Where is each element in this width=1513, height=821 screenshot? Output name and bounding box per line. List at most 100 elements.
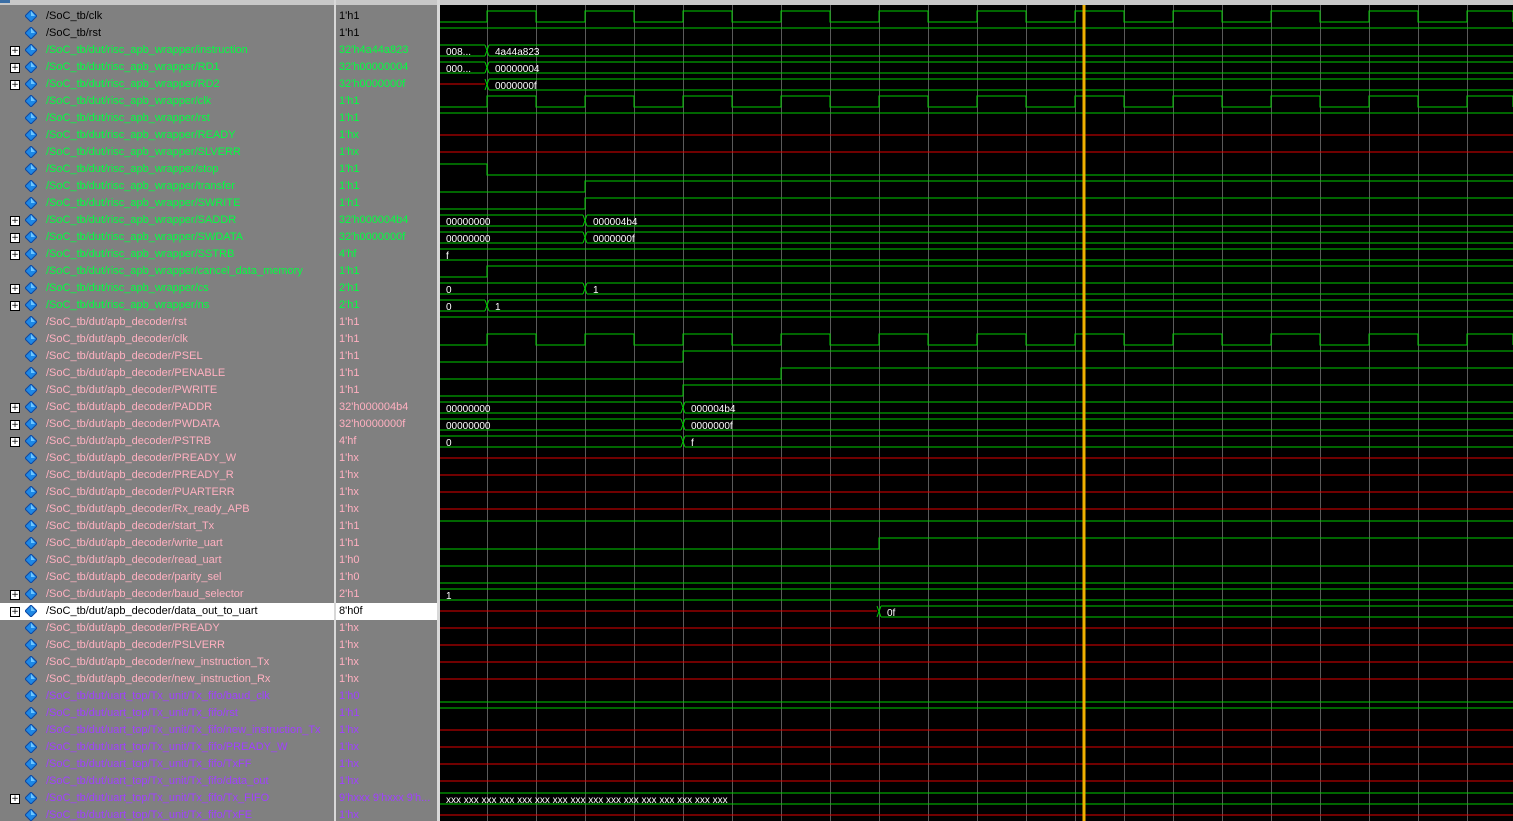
signal-value-row[interactable]: 1'hx [336, 620, 437, 637]
signal-value-row[interactable]: 1'h1 [336, 518, 437, 535]
signal-value-row[interactable]: 1'hx [336, 756, 437, 773]
signal-row[interactable]: /SoC_tb/dut/risc_apb_wrapper/rst [0, 110, 334, 127]
signal-value-row[interactable]: 4'hf [336, 246, 437, 263]
signal-value-row[interactable]: 1'hx [336, 654, 437, 671]
signal-row[interactable]: /SoC_tb/dut/uart_top/Tx_unit/Tx_fifo/bau… [0, 688, 334, 705]
signal-row[interactable]: /SoC_tb/dut/risc_apb_wrapper/transfer [0, 178, 334, 195]
expand-plus-icon[interactable]: + [10, 250, 20, 260]
signal-value-row[interactable]: 1'h1 [336, 93, 437, 110]
signal-value-row[interactable]: 1'hx [336, 739, 437, 756]
signal-value-row[interactable]: 1'h1 [336, 314, 437, 331]
signal-value-row[interactable]: 32'h0000000f [336, 416, 437, 433]
signal-row[interactable]: /SoC_tb/dut/apb_decoder/PWRITE [0, 382, 334, 399]
signal-row[interactable]: /SoC_tb/dut/apb_decoder/PREADY_W [0, 450, 334, 467]
signal-row[interactable]: /SoC_tb/dut/apb_decoder/Rx_ready_APB [0, 501, 334, 518]
signal-value-row[interactable]: 2'h1 [336, 586, 437, 603]
signal-row[interactable]: /SoC_tb/dut/apb_decoder/start_Tx [0, 518, 334, 535]
expand-plus-icon[interactable]: + [10, 794, 20, 804]
signal-row[interactable]: + /SoC_tb/dut/apb_decoder/PSTRB [0, 433, 334, 450]
signal-row[interactable]: + /SoC_tb/dut/risc_apb_wrapper/instructio… [0, 42, 334, 59]
signal-row[interactable]: /SoC_tb/dut/apb_decoder/PREADY [0, 620, 334, 637]
signal-value-row[interactable]: 1'h1 [336, 382, 437, 399]
signal-value-row[interactable]: 1'hx [336, 637, 437, 654]
expand-plus-icon[interactable]: + [10, 216, 20, 226]
expand-plus-icon[interactable]: + [10, 233, 20, 243]
signal-value-row[interactable]: 9'hxxx 9'hxxx 9'h... [336, 790, 437, 807]
signal-row[interactable]: /SoC_tb/dut/apb_decoder/new_instruction_… [0, 671, 334, 688]
signal-value-row[interactable]: 1'hx [336, 484, 437, 501]
signal-value-row[interactable]: 1'h1 [336, 263, 437, 280]
signal-value-row[interactable]: 32'h000004b4 [336, 212, 437, 229]
signal-row[interactable]: /SoC_tb/dut/apb_decoder/PENABLE [0, 365, 334, 382]
signal-value-row[interactable]: 32'h0000000f [336, 76, 437, 93]
signal-row[interactable]: /SoC_tb/dut/risc_apb_wrapper/READY [0, 127, 334, 144]
signal-row[interactable]: /SoC_tb/clk [0, 8, 334, 25]
signal-row[interactable]: /SoC_tb/dut/risc_apb_wrapper/cancel_data… [0, 263, 334, 280]
signal-value-row[interactable]: 1'h1 [336, 365, 437, 382]
signal-row[interactable]: /SoC_tb/dut/apb_decoder/clk [0, 331, 334, 348]
signal-row[interactable]: /SoC_tb/dut/apb_decoder/PSLVERR [0, 637, 334, 654]
signal-value-row[interactable]: 1'h1 [336, 705, 437, 722]
signal-row[interactable]: /SoC_tb/dut/apb_decoder/read_uart [0, 552, 334, 569]
signal-row[interactable]: /SoC_tb/dut/apb_decoder/new_instruction_… [0, 654, 334, 671]
signal-row[interactable]: + /SoC_tb/dut/risc_apb_wrapper/SWDATA [0, 229, 334, 246]
expand-plus-icon[interactable]: + [10, 284, 20, 294]
signal-row[interactable]: /SoC_tb/dut/uart_top/Tx_unit/Tx_fifo/rst [0, 705, 334, 722]
signal-row[interactable]: /SoC_tb/dut/uart_top/Tx_unit/Tx_fifo/TxF… [0, 807, 334, 821]
signal-value-row[interactable]: 1'h1 [336, 110, 437, 127]
signal-value-row[interactable]: 2'h1 [336, 280, 437, 297]
expand-plus-icon[interactable]: + [10, 63, 20, 73]
expand-plus-icon[interactable]: + [10, 46, 20, 56]
signal-value-row[interactable]: 32'h4a44a823 [336, 42, 437, 59]
signal-value-row[interactable]: 1'hx [336, 450, 437, 467]
signal-value-row[interactable]: 1'h1 [336, 535, 437, 552]
signal-row[interactable]: /SoC_tb/rst [0, 25, 334, 42]
signal-row[interactable]: /SoC_tb/dut/apb_decoder/PREADY_R [0, 467, 334, 484]
signal-row[interactable]: + /SoC_tb/dut/risc_apb_wrapper/SSTRB [0, 246, 334, 263]
signal-row[interactable]: + /SoC_tb/dut/apb_decoder/baud_selector [0, 586, 334, 603]
signal-row[interactable]: + /SoC_tb/dut/risc_apb_wrapper/RD1 [0, 59, 334, 76]
signal-row[interactable]: /SoC_tb/dut/apb_decoder/parity_sel [0, 569, 334, 586]
signal-value-row[interactable]: 1'hx [336, 773, 437, 790]
signal-row[interactable]: /SoC_tb/dut/apb_decoder/rst [0, 314, 334, 331]
waveform-canvas[interactable]: 008... 4a44a823000... 000000040000000f0000… [440, 5, 1513, 821]
signal-value-row[interactable]: 1'h1 [336, 195, 437, 212]
signal-value-row[interactable]: 1'h0 [336, 552, 437, 569]
signal-row[interactable]: /SoC_tb/dut/apb_decoder/PUARTERR [0, 484, 334, 501]
signal-name-pane[interactable]: /SoC_tb/clk/SoC_tb/rst + /SoC_tb/dut/risc_… [0, 5, 334, 821]
signal-value-row[interactable]: 1'hx [336, 722, 437, 739]
signal-value-row[interactable]: 1'hx [336, 671, 437, 688]
expand-plus-icon[interactable]: + [10, 301, 20, 311]
signal-value-row[interactable]: 1'hx [336, 144, 437, 161]
signal-row[interactable]: + /SoC_tb/dut/apb_decoder/PWDATA [0, 416, 334, 433]
signal-value-row[interactable]: 1'hx [336, 807, 437, 821]
signal-value-row[interactable]: 1'h1 [336, 161, 437, 178]
expand-plus-icon[interactable]: + [10, 590, 20, 600]
signal-value-row[interactable]: 1'h0 [336, 569, 437, 586]
signal-value-row[interactable]: 32'h000004b4 [336, 399, 437, 416]
signal-row[interactable]: /SoC_tb/dut/uart_top/Tx_unit/Tx_fifo/TxF… [0, 756, 334, 773]
signal-value-row[interactable]: 32'h0000000f [336, 229, 437, 246]
signal-row[interactable]: + /SoC_tb/dut/risc_apb_wrapper/cs [0, 280, 334, 297]
signal-row[interactable]: /SoC_tb/dut/apb_decoder/write_uart [0, 535, 334, 552]
signal-row[interactable]: + /SoC_tb/dut/apb_decoder/data_out_to_uar… [0, 603, 334, 620]
signal-row[interactable]: /SoC_tb/dut/risc_apb_wrapper/SLVERR [0, 144, 334, 161]
signal-row[interactable]: /SoC_tb/dut/uart_top/Tx_unit/Tx_fifo/PRE… [0, 739, 334, 756]
signal-value-row[interactable]: 1'h1 [336, 8, 437, 25]
expand-plus-icon[interactable]: + [10, 607, 20, 617]
signal-row[interactable]: + /SoC_tb/dut/risc_apb_wrapper/ns [0, 297, 334, 314]
signal-row[interactable]: /SoC_tb/dut/uart_top/Tx_unit/Tx_fifo/new… [0, 722, 334, 739]
expand-plus-icon[interactable]: + [10, 403, 20, 413]
signal-value-row[interactable]: 1'h1 [336, 348, 437, 365]
signal-value-row[interactable]: 1'h1 [336, 178, 437, 195]
signal-row[interactable]: /SoC_tb/dut/risc_apb_wrapper/stop [0, 161, 334, 178]
signal-value-row[interactable]: 4'hf [336, 433, 437, 450]
signal-row[interactable]: /SoC_tb/dut/risc_apb_wrapper/SWRITE [0, 195, 334, 212]
signal-value-row[interactable]: 1'hx [336, 501, 437, 518]
signal-row[interactable]: /SoC_tb/dut/apb_decoder/PSEL [0, 348, 334, 365]
signal-value-row[interactable]: 1'h0 [336, 688, 437, 705]
signal-value-row[interactable]: 1'h1 [336, 25, 437, 42]
signal-value-row[interactable]: 1'hx [336, 127, 437, 144]
expand-plus-icon[interactable]: + [10, 437, 20, 447]
waveform-pane[interactable]: 008... 4a44a823 000... 00000004 0000000f 0000… [440, 5, 1513, 821]
